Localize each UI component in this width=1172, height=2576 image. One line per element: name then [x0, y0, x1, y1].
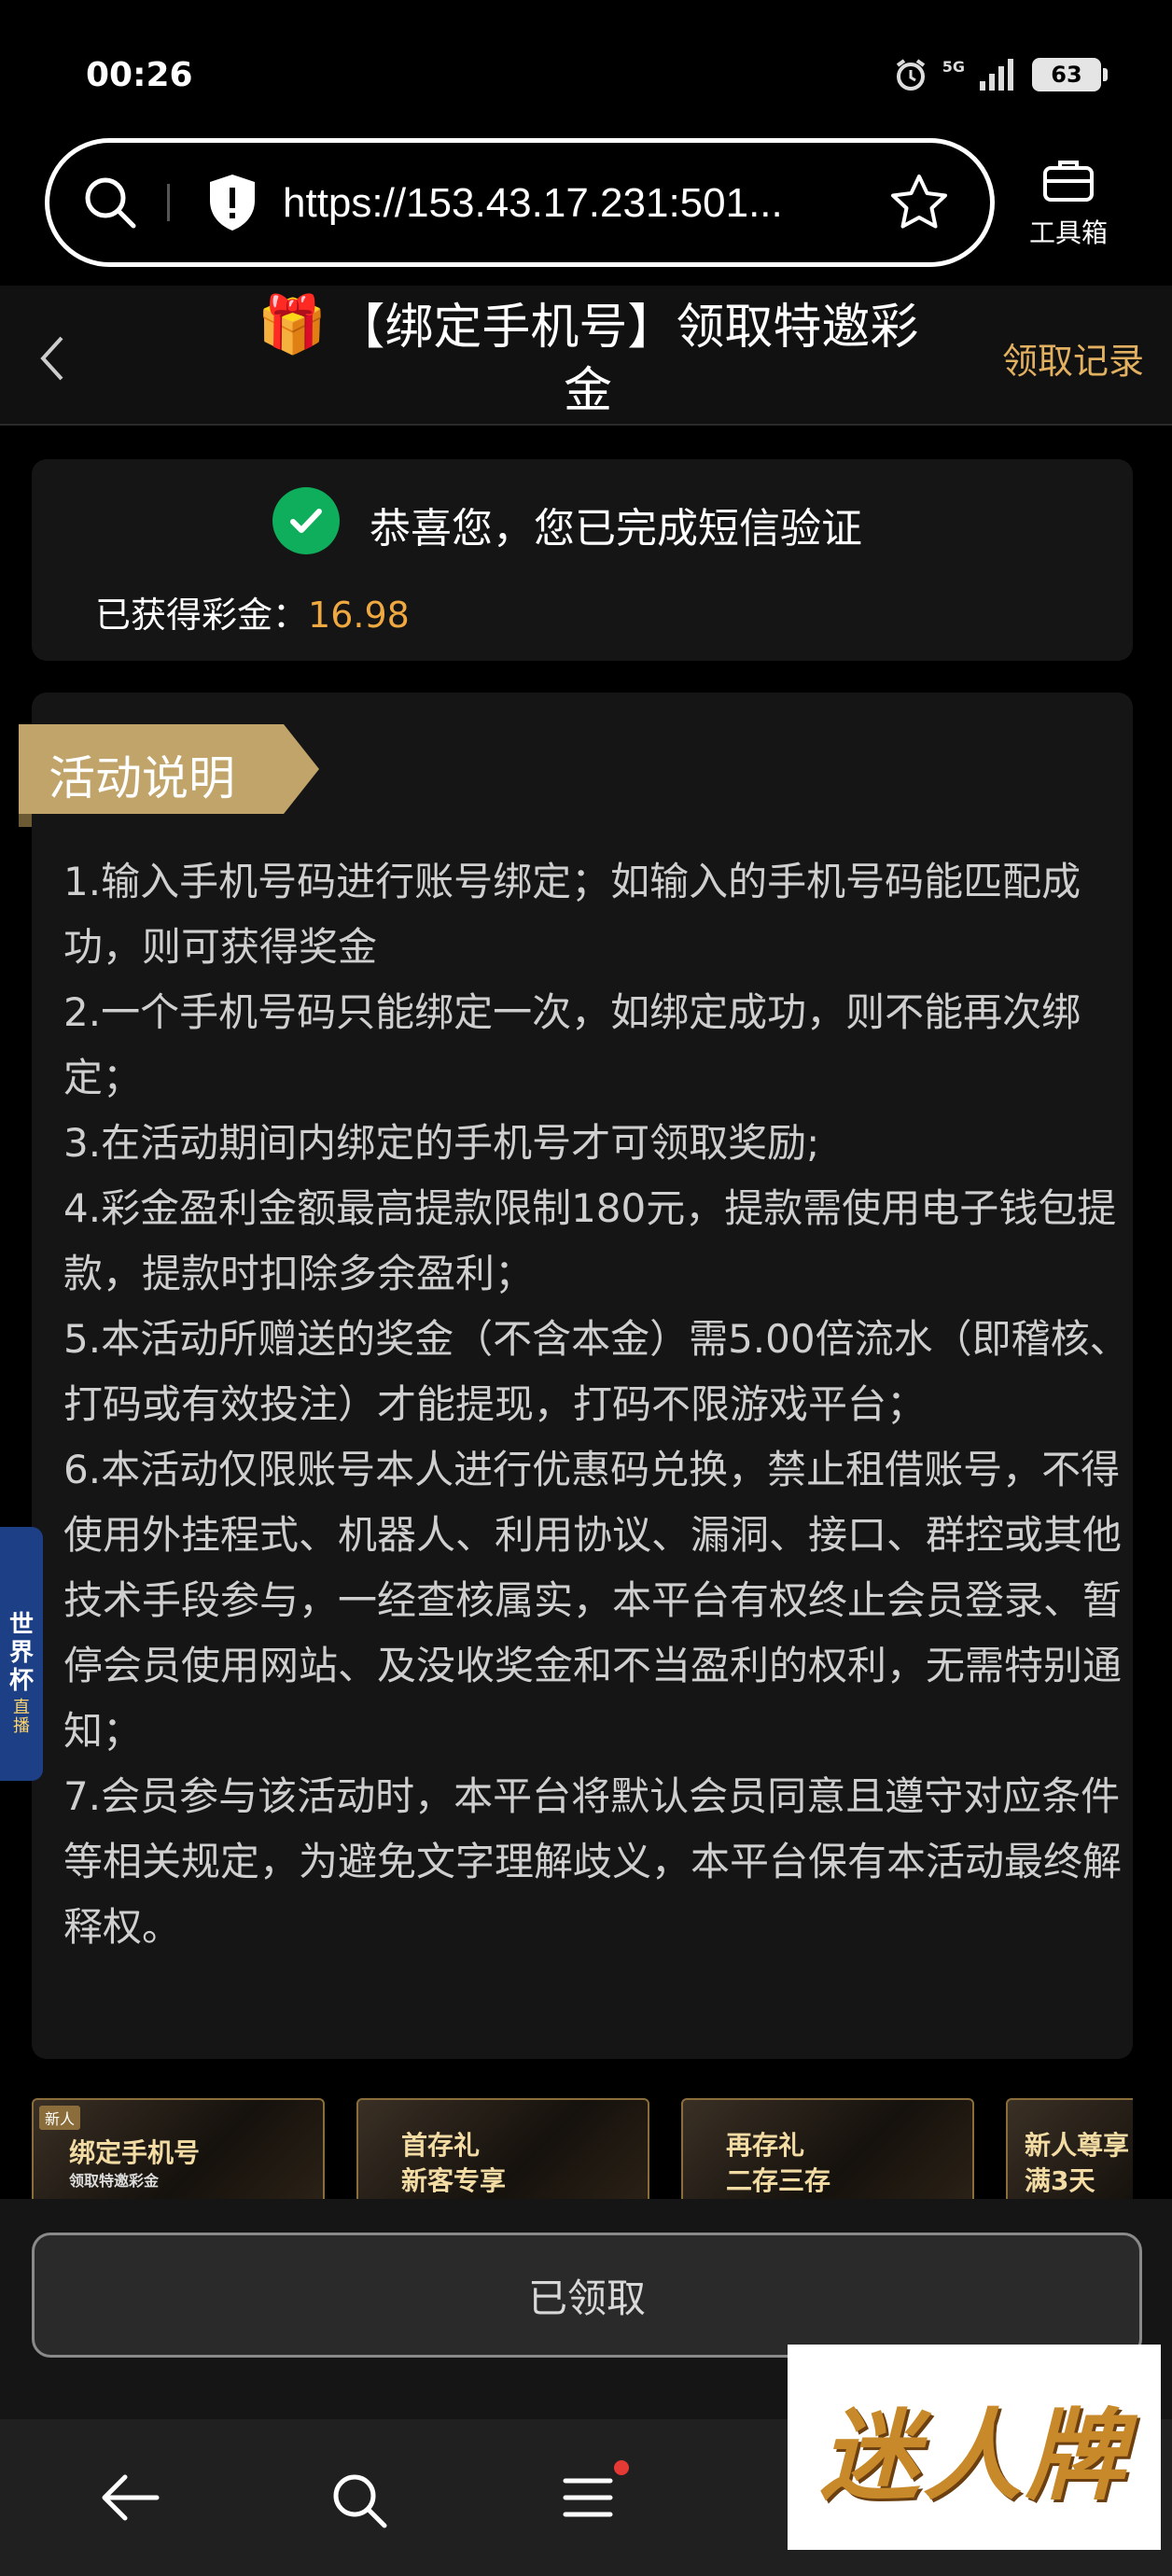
- section-tag: 活动说明: [19, 724, 319, 827]
- brand-logo: 迷人牌: [788, 2345, 1161, 2550]
- banner-line2: 二存三存: [726, 2165, 831, 2196]
- banner-text: 首存礼 新客专享: [401, 2128, 506, 2199]
- page-title: 🎁 【绑定手机号】领取特邀彩金: [252, 293, 924, 423]
- rule-item: 7.会员参与该活动时，本平台将默认会员同意且遵守对应条件等相关规定，为避免文字理…: [63, 1773, 1123, 1950]
- rule-item: 6.本活动仅限账号本人进行优惠码兑换，禁止租借账号，不得使用外挂程式、机器人、利…: [63, 1447, 1123, 1754]
- banner-line1: 首存礼: [401, 2130, 481, 2161]
- star-icon[interactable]: [889, 173, 949, 232]
- earned-bonus: 已获得彩金：16.98: [95, 586, 410, 637]
- shield-warning-icon[interactable]: [204, 173, 260, 232]
- battery-icon: 63: [1032, 58, 1108, 91]
- brand-logo-text: 迷人牌: [820, 2397, 1128, 2513]
- page-header: 🎁 【绑定手机号】领取特邀彩金 领取记录: [0, 286, 1172, 426]
- side-badge-text: 世界杯: [8, 1611, 34, 1695]
- section-title: 活动说明: [49, 751, 235, 805]
- divider: [167, 184, 170, 221]
- url-text[interactable]: https://153.43.17.231:501...: [283, 180, 783, 227]
- back-chevron-icon[interactable]: [35, 332, 69, 385]
- address-bar[interactable]: https://153.43.17.231:501...: [45, 138, 995, 267]
- side-badge-sub: 直播: [13, 1698, 30, 1736]
- promo-banner-bind-phone[interactable]: 新人 绑定手机号领取特邀彩金: [32, 2098, 325, 2199]
- banner-line2: 满3天: [1025, 2165, 1095, 2196]
- status-time: 00:26: [86, 56, 193, 94]
- banner-line2: 新客专享: [401, 2165, 507, 2196]
- battery-level: 63: [1051, 62, 1082, 88]
- verification-message: 恭喜您，您已完成短信验证: [370, 505, 862, 553]
- promo-banner-second-deposit[interactable]: 再存礼 二存三存: [681, 2098, 974, 2199]
- rule-item: 3.在活动期间内绑定的手机号才可领取奖励;: [63, 1120, 820, 1166]
- gift-icon: 🎁: [257, 292, 328, 357]
- status-bar: 00:26 5G 63: [0, 0, 1172, 131]
- earned-value: 16.98: [308, 595, 410, 636]
- check-icon: [272, 487, 340, 554]
- claimed-button[interactable]: 已领取: [32, 2233, 1142, 2358]
- banner-line1: 新人尊享: [1025, 2130, 1130, 2161]
- network-label: 5G: [942, 57, 965, 76]
- promo-banner-strip: 新人 绑定手机号领取特邀彩金 首存礼新客专享 再存礼二存三存 新人尊享满3天: [32, 2098, 1133, 2199]
- page-title-text: 【绑定手机号】领取特邀彩金: [336, 300, 919, 419]
- menu-icon[interactable]: [560, 2470, 616, 2526]
- status-icons: 5G 63: [892, 56, 1108, 93]
- search-icon[interactable]: [328, 2470, 390, 2531]
- rule-item: 5.本活动所赠送的奖金（不含本金）需5.00倍流水（即稽核、打码或有效投注）才能…: [63, 1316, 1129, 1427]
- toolbox-icon: [1043, 161, 1094, 202]
- promo-banner-newcomer[interactable]: 新人尊享满3天: [1006, 2098, 1133, 2199]
- banner-text: 新人尊享满3天: [1025, 2128, 1129, 2199]
- earned-label: 已获得彩金：: [95, 595, 309, 636]
- alarm-icon: [896, 59, 925, 91]
- toolbox-button[interactable]: 工具箱: [1017, 159, 1120, 250]
- world-cup-live-badge[interactable]: 世界杯 直播: [0, 1527, 43, 1781]
- activity-card: 活动说明 1.输入手机号码进行账号绑定；如输入的手机号码能匹配成功，则可获得奖金…: [19, 693, 1133, 2059]
- claim-record-link[interactable]: 领取记录: [1002, 332, 1144, 384]
- banner-tag: 新人: [39, 2106, 81, 2130]
- banner-text: 再存礼 二存三存: [726, 2128, 830, 2199]
- banner-line1: 绑定手机号: [69, 2137, 201, 2168]
- banner-line2: 领取特邀彩金: [69, 2172, 160, 2190]
- rule-item: 4.彩金盈利金额最高提款限制180元，提款需使用电子钱包提款，提款时扣除多余盈利…: [63, 1185, 1117, 1296]
- banner-text: 绑定手机号领取特邀彩金: [69, 2135, 200, 2191]
- main-content: 恭喜您，您已完成短信验证 已获得彩金：16.98 活动说明 1.输入手机号码进行…: [0, 427, 1172, 2199]
- signal-icon: [980, 59, 1013, 91]
- search-icon[interactable]: [81, 174, 139, 231]
- verification-card: 恭喜您，您已完成短信验证 已获得彩金：16.98: [32, 459, 1133, 661]
- rule-item: 2.一个手机号码只能绑定一次，如绑定成功，则不能再次绑定；: [63, 989, 1081, 1100]
- promo-banner-first-deposit[interactable]: 首存礼 新客专享: [356, 2098, 649, 2199]
- toolbox-label: 工具箱: [1028, 217, 1108, 248]
- back-arrow-icon[interactable]: [97, 2470, 162, 2526]
- rule-item: 1.输入手机号码进行账号绑定；如输入的手机号码能匹配成功，则可获得奖金: [63, 859, 1081, 970]
- rules-list: 1.输入手机号码进行账号绑定；如输入的手机号码能匹配成功，则可获得奖金 2.一个…: [63, 849, 1137, 1960]
- notification-dot: [614, 2460, 629, 2475]
- banner-line1: 再存礼: [726, 2130, 805, 2161]
